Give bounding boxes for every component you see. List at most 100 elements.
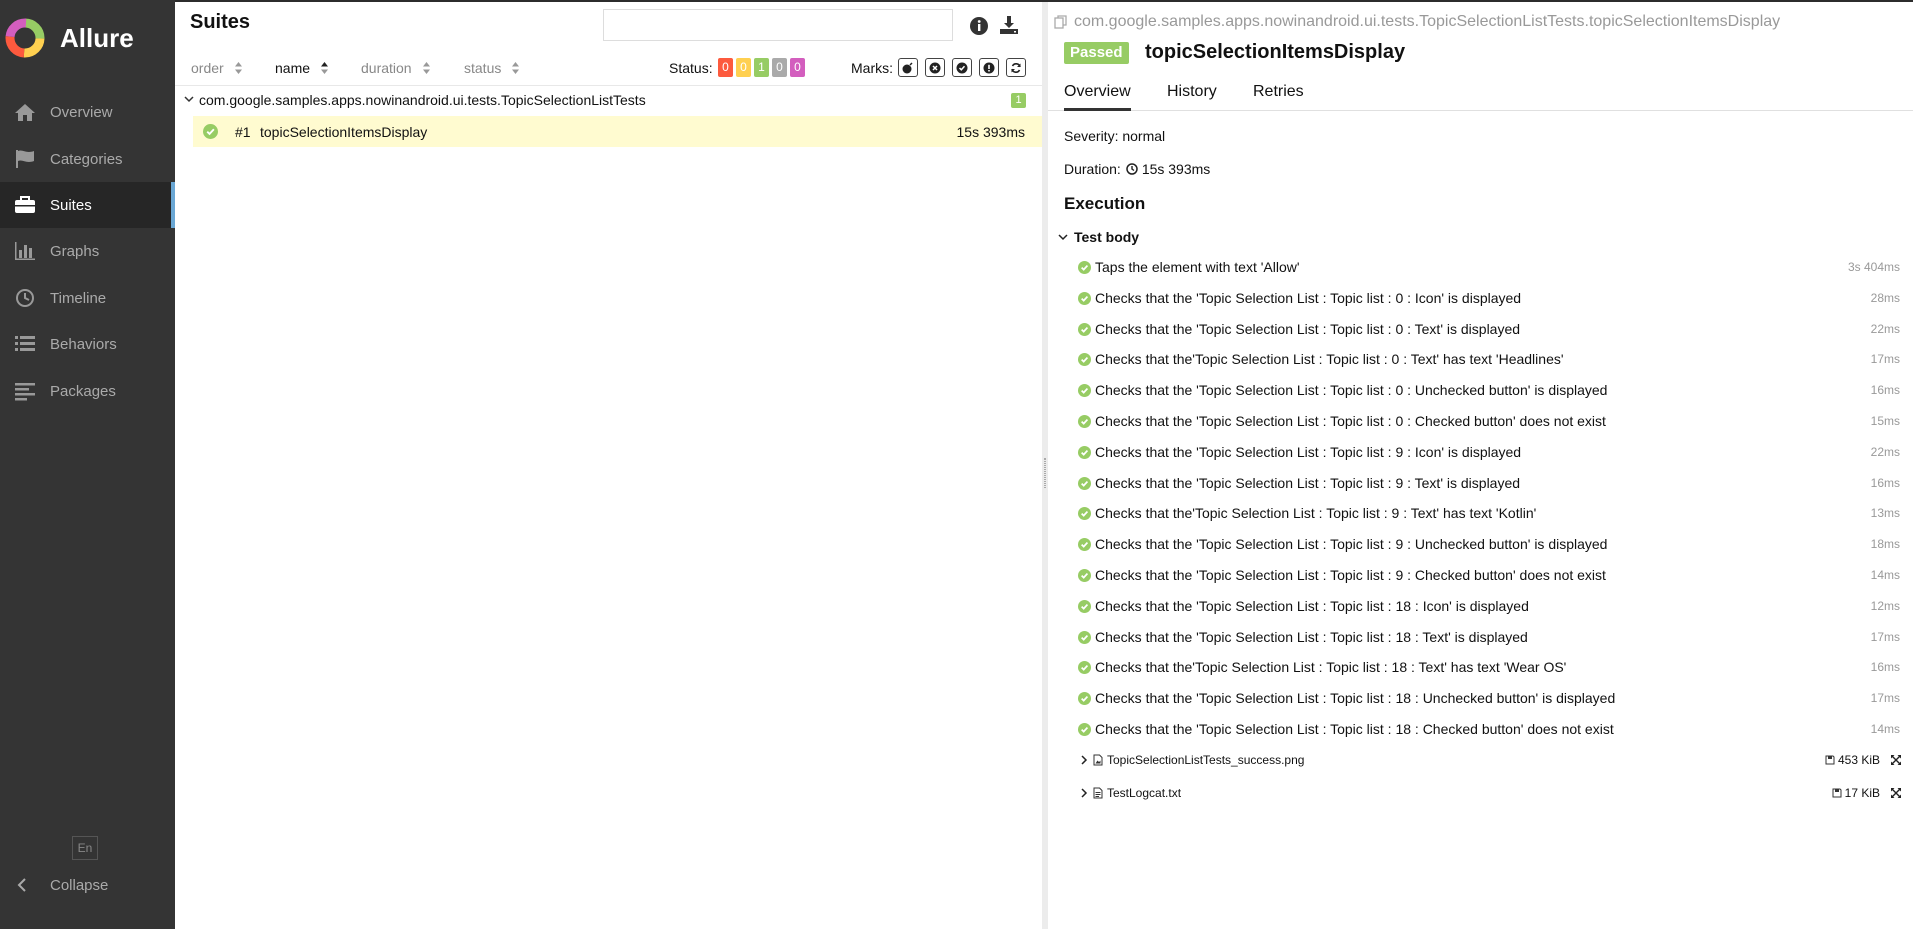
test-full-name: com.google.samples.apps.nowinandroid.ui.… — [1054, 13, 1780, 31]
step-row[interactable]: Checks that the 'Topic Selection List : … — [1078, 378, 1900, 402]
copy-icon[interactable] — [1054, 15, 1068, 29]
step-duration: 28ms — [1870, 291, 1900, 305]
step-duration: 14ms — [1870, 568, 1900, 582]
language-switcher[interactable]: En — [72, 836, 98, 860]
step-row[interactable]: Checks that the 'Topic Selection List : … — [1078, 409, 1900, 433]
step-name: Checks that the 'Topic Selection List : … — [1095, 629, 1528, 645]
step-duration: 15ms — [1870, 414, 1900, 428]
tab-overview[interactable]: Overview — [1064, 83, 1131, 111]
detail-tabs: Overview History Retries — [1048, 77, 1913, 111]
check-circle-icon — [956, 62, 968, 73]
align-left-icon — [15, 383, 35, 401]
expand-icon[interactable] — [1890, 754, 1902, 766]
floppy-disk-icon — [1825, 755, 1835, 765]
step-row[interactable]: Checks that the 'Topic Selection List : … — [1078, 717, 1900, 741]
check-circle-icon — [1078, 260, 1091, 274]
sidebar-item-label: Categories — [50, 150, 123, 168]
step-name: Checks that the 'Topic Selection List : … — [1095, 321, 1521, 337]
chevron-down-icon — [184, 96, 194, 103]
brand-name: Allure — [60, 22, 134, 53]
test-row[interactable]: #1 topicSelectionItemsDisplay 15s 393ms — [193, 116, 1042, 147]
step-duration: 17ms — [1870, 691, 1900, 705]
step-duration: 16ms — [1870, 383, 1900, 397]
step-duration: 22ms — [1870, 322, 1900, 336]
info-icon[interactable] — [969, 16, 989, 36]
sidebar-item-timeline[interactable]: Timeline — [0, 275, 175, 321]
attachment-row[interactable]: TestLogcat.txt 17 KiB — [1080, 782, 1902, 804]
check-circle-icon — [1078, 352, 1091, 366]
mark-flaky-toggle[interactable] — [898, 58, 918, 77]
step-row[interactable]: Checks that the 'Topic Selection List : … — [1078, 317, 1900, 341]
status-skipped-badge[interactable]: 0 — [772, 58, 787, 77]
duration-field: Duration: 15s 393ms — [1064, 161, 1210, 177]
mark-new-failed-toggle[interactable] — [925, 58, 945, 77]
check-circle-icon — [1078, 383, 1091, 397]
step-row[interactable]: Checks that the 'Topic Selection List : … — [1078, 532, 1900, 556]
chevron-left-icon — [17, 878, 26, 892]
expand-icon[interactable] — [1890, 787, 1902, 799]
mark-retries-toggle[interactable] — [1006, 58, 1026, 77]
sort-asc-icon — [321, 62, 329, 74]
step-duration: 18ms — [1870, 537, 1900, 551]
sort-by-name[interactable]: name — [275, 60, 329, 76]
sort-by-duration[interactable]: duration — [361, 60, 431, 76]
check-circle-icon — [203, 124, 218, 139]
tab-history[interactable]: History — [1167, 83, 1217, 101]
collapse-button[interactable]: Collapse — [0, 873, 175, 897]
step-row[interactable]: Checks that the 'Topic Selection List : … — [1078, 471, 1900, 495]
step-name: Checks that the 'Topic Selection List : … — [1095, 444, 1522, 460]
step-name: Checks that the 'Topic Selection List : … — [1095, 382, 1608, 398]
sort-bar: order name duration status Status: 0 0 1… — [175, 52, 1042, 86]
sort-label: duration — [361, 60, 412, 76]
step-name: Checks that the'Topic Selection List : T… — [1095, 659, 1567, 675]
step-row[interactable]: Checks that the 'Topic Selection List : … — [1078, 440, 1900, 464]
sort-by-status[interactable]: status — [464, 60, 520, 76]
sidebar-item-packages[interactable]: Packages — [0, 368, 175, 414]
step-row[interactable]: Checks that the 'Topic Selection List : … — [1078, 594, 1900, 618]
sidebar-item-behaviors[interactable]: Behaviors — [0, 321, 175, 367]
sidebar-item-label: Behaviors — [50, 335, 117, 353]
status-failed-badge[interactable]: 0 — [718, 58, 733, 77]
step-row[interactable]: Checks that the 'Topic Selection List : … — [1078, 286, 1900, 310]
status-passed-badge[interactable]: 1 — [754, 58, 769, 77]
mark-new-passed-toggle[interactable] — [952, 58, 972, 77]
floppy-disk-icon — [1832, 788, 1842, 798]
suite-row[interactable]: com.google.samples.apps.nowinandroid.ui.… — [175, 88, 1042, 114]
sort-label: status — [464, 60, 502, 76]
test-body-label: Test body — [1074, 229, 1140, 245]
test-name: topicSelectionItemsDisplay — [260, 124, 428, 140]
sidebar-item-graphs[interactable]: Graphs — [0, 228, 175, 274]
sidebar-item-categories[interactable]: Categories — [0, 136, 175, 182]
step-row[interactable]: Checks that the'Topic Selection List : T… — [1078, 655, 1900, 679]
check-circle-icon — [1078, 537, 1091, 551]
chevron-right-icon — [1081, 788, 1088, 798]
brand[interactable]: Allure — [4, 16, 134, 60]
mark-new-broken-toggle[interactable] — [979, 58, 999, 77]
suites-pane: Suites order name duration status Status… — [175, 2, 1042, 929]
attachment-row[interactable]: TopicSelectionListTests_success.png 453 … — [1080, 749, 1902, 771]
check-circle-icon — [1078, 630, 1091, 644]
sidebar-item-suites[interactable]: Suites — [0, 182, 175, 228]
download-icon[interactable] — [999, 15, 1019, 35]
step-row[interactable]: Checks that the'Topic Selection List : T… — [1078, 347, 1900, 371]
step-name: Checks that the'Topic Selection List : T… — [1095, 505, 1537, 521]
allure-report-app: Allure Overview Categories Suites Graphs… — [0, 0, 1913, 929]
splitter-grip — [1044, 458, 1046, 488]
step-row[interactable]: Checks that the 'Topic Selection List : … — [1078, 686, 1900, 710]
tab-retries[interactable]: Retries — [1253, 83, 1304, 101]
step-row[interactable]: Taps the element with text 'Allow' 3s 404… — [1078, 255, 1900, 279]
status-broken-badge[interactable]: 0 — [736, 58, 751, 77]
sidebar-item-overview[interactable]: Overview — [0, 89, 175, 135]
sort-by-order[interactable]: order — [191, 60, 243, 76]
image-file-icon — [1093, 754, 1103, 766]
status-unknown-badge[interactable]: 0 — [790, 58, 805, 77]
times-circle-icon — [929, 62, 941, 73]
step-row[interactable]: Checks that the'Topic Selection List : T… — [1078, 501, 1900, 525]
step-row[interactable]: Checks that the 'Topic Selection List : … — [1078, 563, 1900, 587]
exclamation-circle-icon — [983, 62, 995, 73]
step-row[interactable]: Checks that the 'Topic Selection List : … — [1078, 625, 1900, 649]
sidebar-item-label: Graphs — [50, 242, 100, 260]
test-body-toggle[interactable]: Test body — [1058, 229, 1139, 245]
search-input[interactable] — [603, 9, 953, 41]
step-name: Checks that the 'Topic Selection List : … — [1095, 413, 1606, 429]
